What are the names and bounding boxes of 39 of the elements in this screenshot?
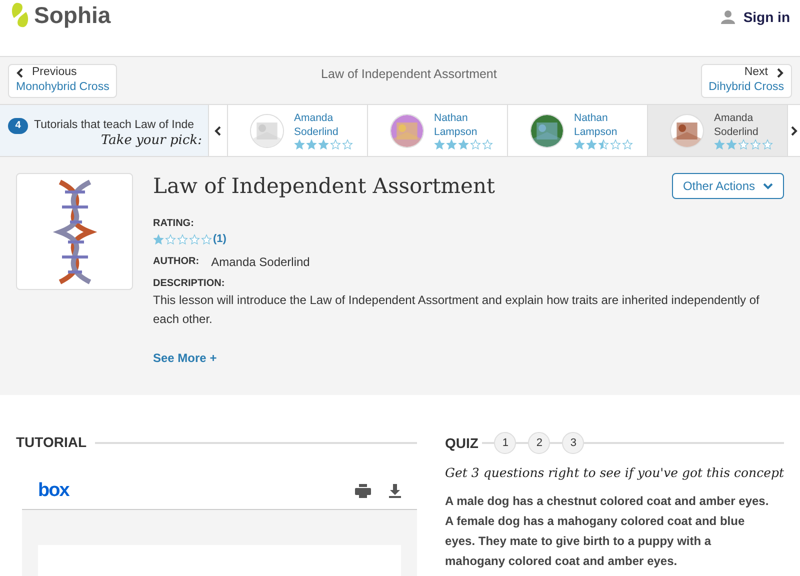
tutorials-label: Tutorials that teach Law of Inde	[34, 118, 194, 133]
chevron-right-icon	[790, 126, 798, 136]
tutorial-heading: TUTORIAL	[16, 433, 87, 452]
previous-button[interactable]: Previous Monohybrid Cross	[8, 64, 118, 98]
chevron-left-icon	[16, 68, 24, 78]
other-actions-button[interactable]: Other Actions	[672, 173, 784, 199]
logo-icon	[10, 2, 30, 28]
box-logo: box	[38, 478, 69, 503]
author-name: Amanda Soderlind	[211, 254, 310, 270]
author-name: Amanda Soderlind	[294, 111, 340, 139]
download-icon[interactable]	[389, 484, 402, 498]
rating-label: RATING:	[153, 217, 195, 231]
question-step[interactable]: 2	[528, 432, 550, 454]
description-label: DESCRIPTION:	[153, 276, 226, 290]
tutorial-card[interactable]: Amanda Soderlind	[648, 105, 788, 156]
sign-in-link[interactable]: Sign in	[743, 6, 790, 28]
lesson-description: This lesson will introduce the Law of Independent Assortment and explain how traits are inherited independently of each other.	[153, 292, 760, 328]
user-icon	[721, 10, 736, 24]
tagline: Take your pick:	[100, 132, 202, 150]
print-icon[interactable]	[355, 484, 372, 498]
next-button[interactable]: Next Dihybrid Cross	[700, 64, 792, 98]
quiz-heading: QUIZ	[445, 434, 478, 453]
chevron-right-icon	[776, 68, 784, 78]
quiz-tagline: Get 3 questions right to see if you've got this concept	[445, 464, 784, 482]
question-step[interactable]: 3	[562, 432, 584, 454]
lesson-title: Law of Independent Assortment	[153, 173, 495, 200]
rating-count[interactable]: (1)	[213, 231, 226, 248]
question-text: A male dog has a chestnut colored coat and amber eyes. A female dog has a mahogany colored coat and blue eyes. They mate to give birth to a puppy with a mahogany colored coat and amber eyes.	[445, 492, 770, 570]
page-title: Law of Independent Assortment	[321, 66, 497, 83]
logo[interactable]: Sophia	[34, 0, 111, 32]
chevron-left-icon	[214, 126, 222, 136]
caret-icon	[763, 182, 774, 190]
author-label: AUTHOR:	[153, 255, 200, 269]
author-name: Amanda Soderlind	[714, 111, 760, 139]
author-name: Nathan Lampson	[574, 111, 618, 139]
count-badge: 4	[8, 118, 28, 134]
author-name: Nathan Lampson	[434, 111, 478, 139]
see-more-link[interactable]: See More +	[153, 348, 784, 366]
question-step[interactable]: 1	[494, 432, 516, 454]
